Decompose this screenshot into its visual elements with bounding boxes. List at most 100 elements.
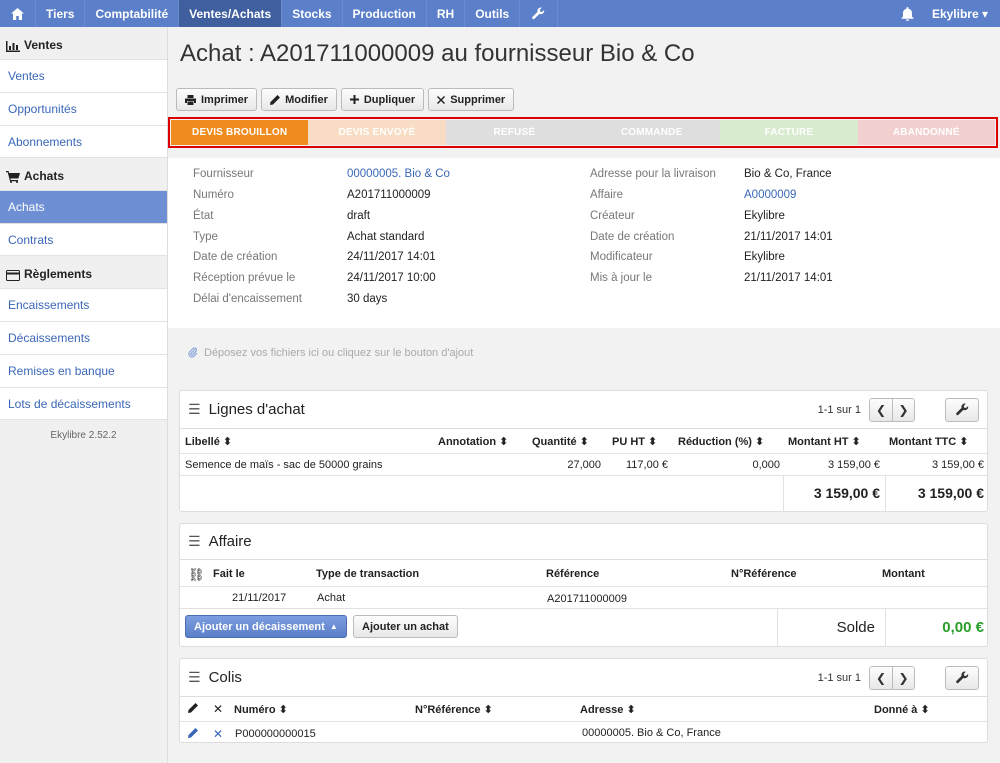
step-devis-envoye[interactable]: DEVIS ENVOYÉ	[308, 120, 446, 145]
sidebar-item-decaissements[interactable]: Décaissements	[0, 321, 167, 354]
bell-icon[interactable]	[887, 0, 928, 27]
line-quantity: 27,000	[567, 459, 601, 471]
column-header-type: Type de transaction	[316, 568, 420, 580]
settings-wrench-button[interactable]	[945, 397, 979, 422]
field-value: A201711000009	[347, 189, 431, 201]
home-icon[interactable]	[0, 0, 36, 27]
menu-tiers[interactable]: Tiers	[36, 0, 86, 27]
sidebar-item-achats[interactable]: Achats	[0, 190, 167, 223]
chevron-right-icon[interactable]: ❯	[892, 398, 914, 421]
total-ht: 3 159,00 €	[813, 485, 880, 501]
credit-card-icon	[6, 270, 20, 281]
panel-title: Lignes d'achat	[208, 401, 305, 418]
column-header-annotation[interactable]: Annotation ⬍	[438, 435, 508, 448]
wrench-icon	[955, 403, 968, 416]
duplicate-button-label: Dupliquer	[363, 93, 416, 106]
paperclip-icon	[188, 347, 198, 358]
panel-header: ☰ Lignes d'achat 1-1 sur 1 ❮ ❯	[180, 391, 987, 429]
column-header-pu-ht[interactable]: PU HT ⬍	[612, 435, 657, 448]
sidebar-item-encaissements[interactable]: Encaissements	[0, 288, 167, 321]
sidebar: Ventes Ventes Opportunités Abonnements A…	[0, 27, 168, 763]
menu-comptabilite[interactable]: Comptabilité	[85, 0, 180, 27]
delete-parcel-close-icon[interactable]: ✕	[213, 727, 223, 741]
column-header-quantite[interactable]: Quantité ⬍	[532, 435, 589, 448]
supplier-link[interactable]: 00000005. Bio & Co	[347, 168, 450, 180]
column-header-reduction[interactable]: Réduction (%) ⬍	[678, 435, 764, 448]
duplicate-button[interactable]: Dupliquer	[340, 88, 425, 111]
add-purchase-label: Ajouter un achat	[362, 620, 449, 633]
sidebar-item-ventes[interactable]: Ventes	[0, 59, 167, 92]
field-value: Ekylibre	[744, 210, 785, 222]
line-reduction: 0,000	[752, 459, 780, 471]
bar-chart-icon	[6, 41, 20, 52]
pager-text: 1-1 sur 1	[817, 671, 861, 684]
menu-production[interactable]: Production	[343, 0, 427, 27]
edit-button[interactable]: Modifier	[261, 88, 337, 111]
add-purchase-button[interactable]: Ajouter un achat	[353, 615, 458, 638]
step-refuse[interactable]: REFUSÉ	[445, 120, 583, 145]
sidebar-item-opportunites[interactable]: Opportunités	[0, 92, 167, 125]
row-divider	[180, 586, 987, 587]
field-value: 21/11/2017 14:01	[744, 272, 833, 284]
column-header-reference: Référence	[546, 568, 600, 580]
wrench-icon[interactable]	[520, 0, 559, 27]
step-commande[interactable]: COMMANDE	[582, 120, 721, 145]
parcel-number-link[interactable]: P000000000015	[235, 728, 316, 740]
file-dropzone[interactable]: Déposez vos fichiers ici ou cliquez sur …	[168, 330, 1000, 376]
pencil-icon	[270, 94, 281, 105]
add-disbursement-button[interactable]: Ajouter un décaissement ▲	[185, 615, 347, 638]
column-header-libelle[interactable]: Libellé ⬍	[185, 435, 232, 448]
menu-rh[interactable]: RH	[427, 0, 466, 27]
wrench-icon	[955, 671, 968, 684]
settings-wrench-button[interactable]	[945, 665, 979, 690]
row-divider	[180, 453, 987, 454]
unlink-icon[interactable]: ⛓	[188, 567, 205, 583]
print-button[interactable]: Imprimer	[176, 88, 258, 111]
print-button-label: Imprimer	[201, 93, 249, 106]
menu-outils[interactable]: Outils	[465, 0, 521, 27]
column-header-adresse[interactable]: Adresse ⬍	[580, 703, 636, 716]
pencil-icon	[188, 703, 198, 716]
parcels-panel: ☰ Colis 1-1 sur 1 ❮ ❯ ✕ Numéro ⬍ N°Référ…	[179, 658, 988, 743]
sidebar-section-reglements: Règlements	[0, 256, 167, 288]
action-toolbar: Imprimer Modifier Dupliquer Supprimer	[176, 88, 515, 111]
field-label: Date de création	[193, 251, 278, 263]
field-label: Modificateur	[590, 251, 653, 263]
column-header-montant-ttc[interactable]: Montant TTC ⬍	[889, 435, 968, 448]
step-abandonne[interactable]: ABANDONNÉ	[857, 120, 995, 145]
total-ttc: 3 159,00 €	[917, 485, 984, 501]
field-value: draft	[347, 210, 371, 222]
pager-nav: ❮ ❯	[869, 665, 915, 690]
field-label: Affaire	[590, 189, 624, 201]
sidebar-item-abonnements[interactable]: Abonnements	[0, 125, 167, 158]
row-divider	[180, 608, 987, 609]
line-unit-price: 117,00 €	[625, 459, 668, 471]
step-facture[interactable]: FACTURE	[720, 120, 858, 145]
chevron-left-icon[interactable]: ❮	[870, 666, 892, 689]
column-header-montant-ht[interactable]: Montant HT ⬍	[788, 435, 861, 448]
column-header-donne-a[interactable]: Donné à ⬍	[874, 703, 930, 716]
caret-up-icon: ▲	[329, 622, 338, 631]
sidebar-item-contrats[interactable]: Contrats	[0, 223, 167, 256]
field-label: Date de création	[590, 231, 675, 243]
column-header-n-reference[interactable]: N°Référence ⬍	[415, 703, 493, 716]
line-label: Semence de maïs - sac de 50000 grains	[185, 459, 383, 471]
edit-parcel-pencil-icon[interactable]	[188, 728, 198, 741]
step-devis-brouillon[interactable]: DEVIS BROUILLON	[171, 120, 309, 145]
column-header-numero[interactable]: Numéro ⬍	[234, 703, 288, 716]
menu-ventes-achats[interactable]: Ventes/Achats	[179, 0, 283, 27]
affair-link[interactable]: A0000009	[744, 189, 796, 201]
chevron-left-icon[interactable]: ❮	[870, 398, 892, 421]
row-divider	[180, 721, 987, 722]
close-icon: ✕	[213, 702, 224, 716]
user-menu[interactable]: Ekylibre ▾	[928, 0, 1000, 27]
sidebar-item-remises-en-banque[interactable]: Remises en banque	[0, 354, 167, 387]
plus-icon	[349, 95, 359, 104]
menu-stocks[interactable]: Stocks	[282, 0, 343, 27]
sidebar-item-lots-de-decaissements[interactable]: Lots de décaissements	[0, 387, 167, 420]
pager: 1-1 sur 1 ❮ ❯	[818, 397, 915, 422]
affair-row-reference-link[interactable]: A201711000009	[547, 593, 627, 605]
delete-button[interactable]: Supprimer	[428, 88, 515, 111]
column-divider	[783, 475, 784, 512]
chevron-right-icon[interactable]: ❯	[892, 666, 914, 689]
